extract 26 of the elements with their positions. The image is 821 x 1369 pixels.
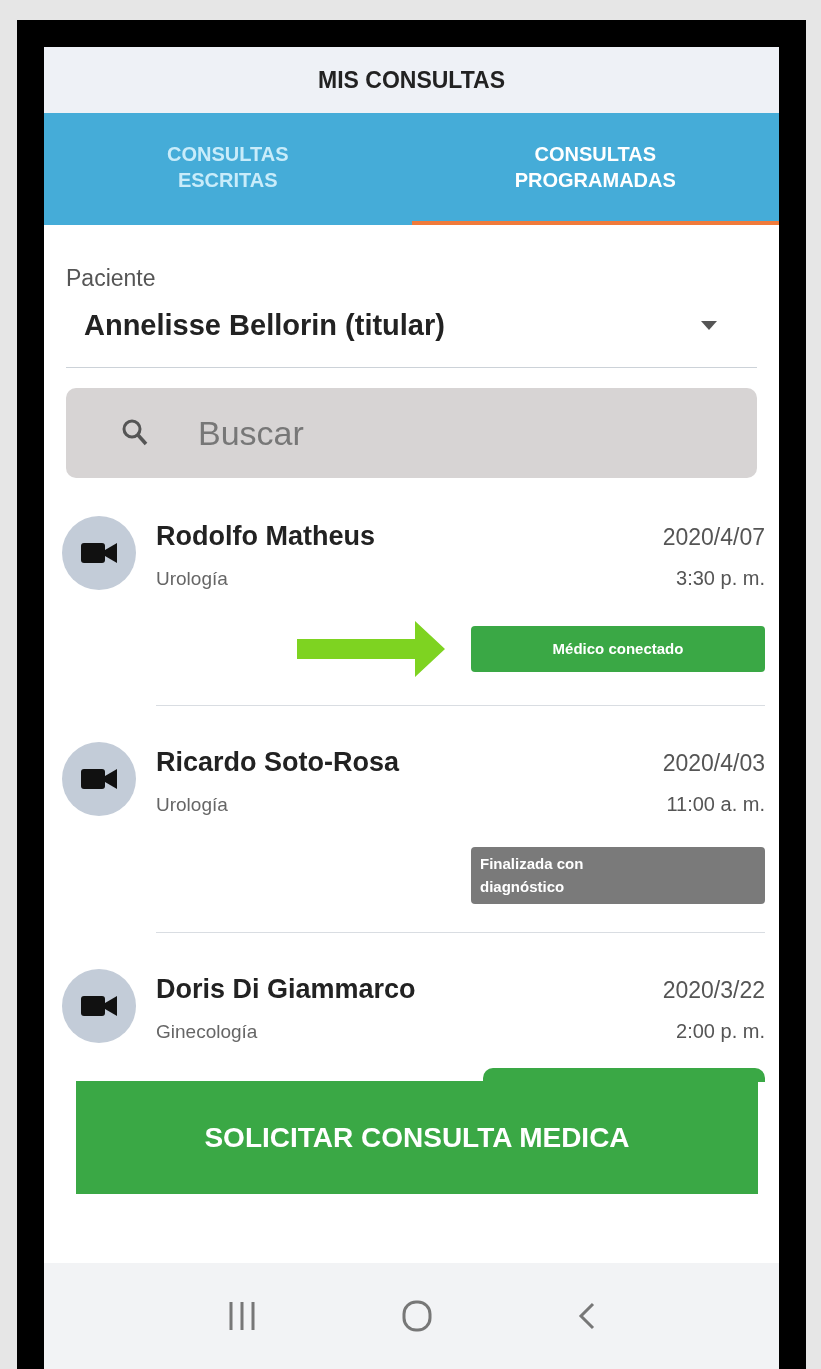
home-icon — [401, 1300, 432, 1332]
pointer-arrow-icon — [297, 621, 445, 677]
status-badge: Médico conectado — [471, 625, 765, 673]
specialty: Urología — [156, 566, 228, 591]
appointment-time: 11:00 a. m. — [666, 791, 765, 817]
doctor-name: Doris Di Giammarco — [156, 973, 416, 1006]
status-badge: Finalizada con diagnóstico — [471, 847, 765, 904]
tab[interactable]: CONSULTAS PROGRAMADAS — [411, 113, 779, 225]
appointment-time: 3:30 p. m. — [676, 565, 765, 591]
specialty: Ginecología — [156, 1019, 258, 1044]
patient-select[interactable]: Annelisse Bellorin (titular) — [66, 295, 757, 368]
dropdown-caret-icon — [701, 320, 717, 330]
request-consultation-button[interactable]: SOLICITAR CONSULTA MEDICA — [76, 1081, 758, 1194]
appointment-date: 2020/3/22 — [662, 976, 765, 1005]
search-icon — [122, 419, 148, 447]
search-field[interactable]: Buscar — [66, 388, 757, 478]
back-icon — [576, 1300, 597, 1332]
tab[interactable]: CONSULTAS ESCRITAS — [44, 113, 412, 225]
screen-title: MIS CONSULTAS — [318, 65, 505, 95]
doctor-name: Rodolfo Matheus — [156, 520, 375, 553]
specialty: Urología — [156, 792, 228, 817]
patient-label: Paciente — [66, 264, 157, 293]
appointment-date: 2020/4/03 — [662, 749, 765, 778]
appointment-date: 2020/4/07 — [662, 523, 765, 552]
appointment-time: 2:00 p. m. — [676, 1018, 765, 1044]
doctor-name: Ricardo Soto-Rosa — [156, 746, 400, 779]
